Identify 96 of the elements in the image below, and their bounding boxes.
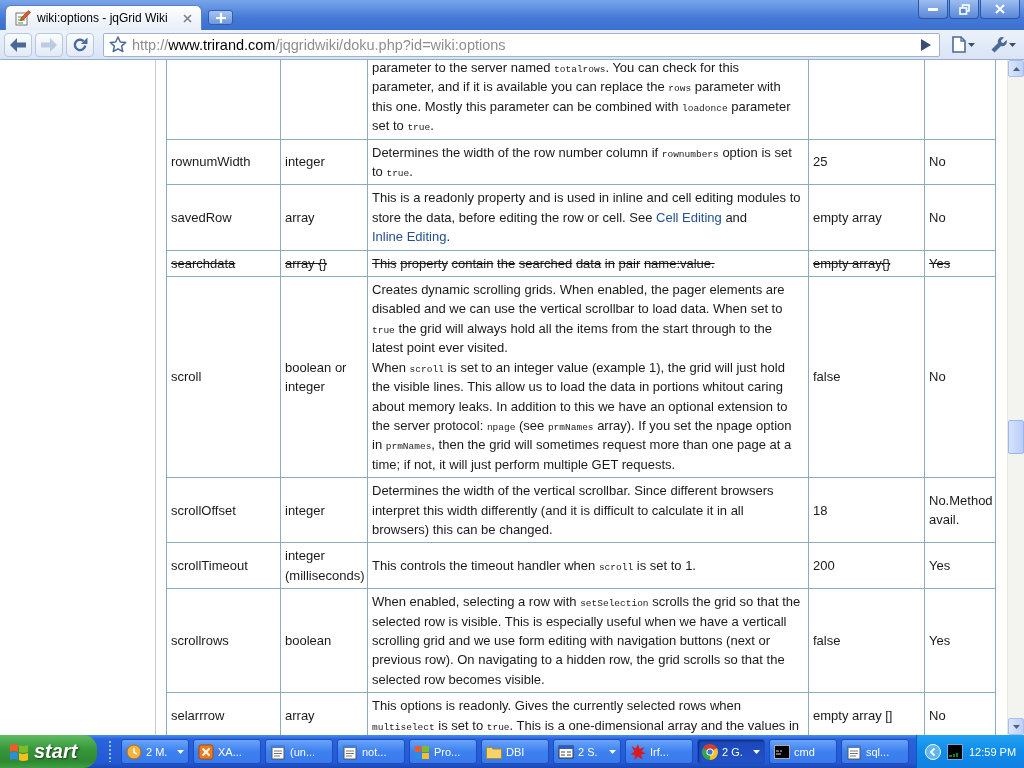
caret-icon <box>1009 42 1016 47</box>
notepad-icon <box>342 743 358 760</box>
table-cell: No <box>924 184 996 251</box>
taskbar-button[interactable]: not... <box>337 739 405 764</box>
table-cell: false <box>808 588 925 693</box>
minimize-icon <box>928 7 938 11</box>
table-cell: savedRow <box>166 184 281 251</box>
caret-icon <box>967 42 975 47</box>
plus-icon <box>215 12 226 23</box>
table-cell: boolean <box>280 588 368 693</box>
start-button[interactable]: start <box>0 735 97 768</box>
page-icon <box>951 36 966 53</box>
flag-icon <box>414 743 430 760</box>
table-cell: scrollOffset <box>166 477 281 543</box>
scroll-down-button[interactable] <box>1008 718 1024 735</box>
description-text: When enabled, selecting a row with setSelection scrolls the grid so that the selected row is visible. This is especially useful when we have a verticall scrolling grid and we use form editing with navigation buttons (next or previous row). On navigating to a hidden row, the grid scrolls so that the selected row becomes visible. <box>372 593 802 689</box>
restore-icon <box>958 3 970 15</box>
table-cell: rownumWidth <box>166 139 281 185</box>
back-button[interactable] <box>4 32 32 57</box>
table-cell: 25 <box>808 139 925 185</box>
notepad-icon <box>846 743 862 760</box>
scroll-up-button[interactable] <box>1008 60 1024 77</box>
table-cell: integer <box>280 139 368 185</box>
table-cell: array {} <box>280 250 368 277</box>
folder-icon <box>486 744 502 759</box>
reload-button[interactable] <box>66 32 94 57</box>
flag-icon <box>9 742 29 761</box>
taskbar-button[interactable]: (un... <box>265 739 333 764</box>
window-icon <box>558 743 574 760</box>
table-cell: scrollrows <box>166 588 281 693</box>
wrench-icon <box>990 36 1007 53</box>
table-cell: array <box>280 184 368 251</box>
minimize-button[interactable] <box>918 0 948 19</box>
table-cell: Yes <box>924 250 996 277</box>
clock-text: 12:59 PM <box>969 745 1017 758</box>
restore-button[interactable] <box>949 0 979 19</box>
table-cell: scrollTimeout <box>166 542 281 589</box>
x-square-icon <box>198 743 214 760</box>
scrollbar-thumb[interactable] <box>1008 420 1024 454</box>
close-button[interactable] <box>980 0 1020 19</box>
close-icon <box>995 4 1005 14</box>
taskbar-button[interactable]: DBI <box>481 739 549 764</box>
star-icon[interactable] <box>109 36 127 53</box>
table-cell: Yes <box>924 588 996 693</box>
description-text: This property contain the searched data in pair name:value. <box>372 254 716 273</box>
table-cell: integer (milliseconds) <box>280 542 368 589</box>
table-cell: false <box>808 276 925 478</box>
table-cell: No <box>924 139 996 185</box>
new-tab-button[interactable] <box>208 10 233 25</box>
table-cell: empty array <box>808 184 925 251</box>
caret-down-icon <box>1012 724 1020 729</box>
table-cell: searchdata <box>166 250 281 277</box>
description-text: parameter to the server named totalrows. You can check for this parameter, and if it is available you can replace the rows parameter with this one. Mostly this parameter can be combined with loadonce parameter set to true. <box>372 60 792 136</box>
taskbar-button[interactable]: 2 G. <box>697 739 765 764</box>
forward-arrow-icon <box>41 37 57 52</box>
description-text: When scroll is set to an integer value (example 1), the grid will just hold the visible lines. This allow us to load the data in portions whitout caring about memory leaks. In addition to this we have an optional extension to the server protocol: npage (see prmNames array). If you set the npage option in prmNames, then the grid will sometimes request more than one page at a time; if not, it will just perform multiple GET requests. <box>372 358 793 474</box>
table-cell: integer <box>280 477 368 543</box>
link[interactable]: Cell Editing <box>656 209 722 225</box>
terminal-icon[interactable] <box>947 743 963 760</box>
back-arrow-icon <box>10 37 26 52</box>
table-cell: No <box>924 276 996 478</box>
table-cell: scroll <box>166 276 281 478</box>
description-text: This controls the timeout handler when scroll is set to 1. <box>372 557 697 576</box>
description-text: Determines the width of the vertical scrollbar. Since different browsers interpret this width differently (and it is difficult to calculate it in all browsers) this can be changed. <box>372 482 775 539</box>
taskbar-button[interactable]: XA... <box>193 739 261 764</box>
notepad-icon <box>270 743 286 760</box>
description-text: This options is readonly. Gives the currently selected rows when multiselect is set to true. This is a one-dimensional array and the values in <box>372 697 801 735</box>
caret-up-icon <box>1012 66 1020 71</box>
splash-icon <box>630 743 646 760</box>
clock-icon <box>126 743 142 760</box>
terminal-icon <box>774 744 790 759</box>
grip-icon <box>109 741 112 762</box>
taskbar-button[interactable]: sql... <box>841 739 909 764</box>
table-cell: empty array{} <box>808 250 925 277</box>
chevron-left-icon[interactable] <box>925 743 941 760</box>
taskbar-button[interactable]: 2 S. <box>553 739 621 764</box>
description-text: Determines the width of the row number column if rownumbers option is set to true. <box>372 143 793 182</box>
circle-logo-icon <box>702 743 718 760</box>
table-cell: Yes <box>924 542 996 589</box>
table-cell: No.Method avail. <box>924 477 996 543</box>
description-text: Creates dynamic scrolling grids. When enabled, the pager elements are disabled and we can use the vertical scrollbar to load data. When set to true the grid will always hold all the items from the start through to the latest point ever visited. <box>372 281 786 358</box>
browser-tab[interactable]: wiki:options - jqGrid Wiki <box>5 5 202 30</box>
vertical-scrollbar[interactable] <box>1007 60 1024 735</box>
taskbar-button[interactable]: Irf... <box>625 739 693 764</box>
table-cell: boolean or integer <box>280 276 368 478</box>
taskbar-button[interactable]: Pro... <box>409 739 477 764</box>
taskbar-button[interactable]: 2 M. <box>121 739 189 764</box>
reload-icon <box>72 36 88 53</box>
taskbar-button[interactable]: cmd <box>769 739 837 764</box>
address-field[interactable]: http://www.trirand.com/jqgridwiki/doku.php?id=wiki:options <box>103 32 940 57</box>
table-cell: 200 <box>808 542 925 589</box>
description-text: This is a readonly property and is used in inline and cell editing modules to store the data, before editing the row or cell. See Cell Editing and Inline Editing. <box>372 189 802 247</box>
table-cell: 18 <box>808 477 925 543</box>
close-icon[interactable] <box>183 13 192 23</box>
pencil-paper-icon <box>15 10 31 26</box>
play-icon[interactable] <box>921 38 931 51</box>
